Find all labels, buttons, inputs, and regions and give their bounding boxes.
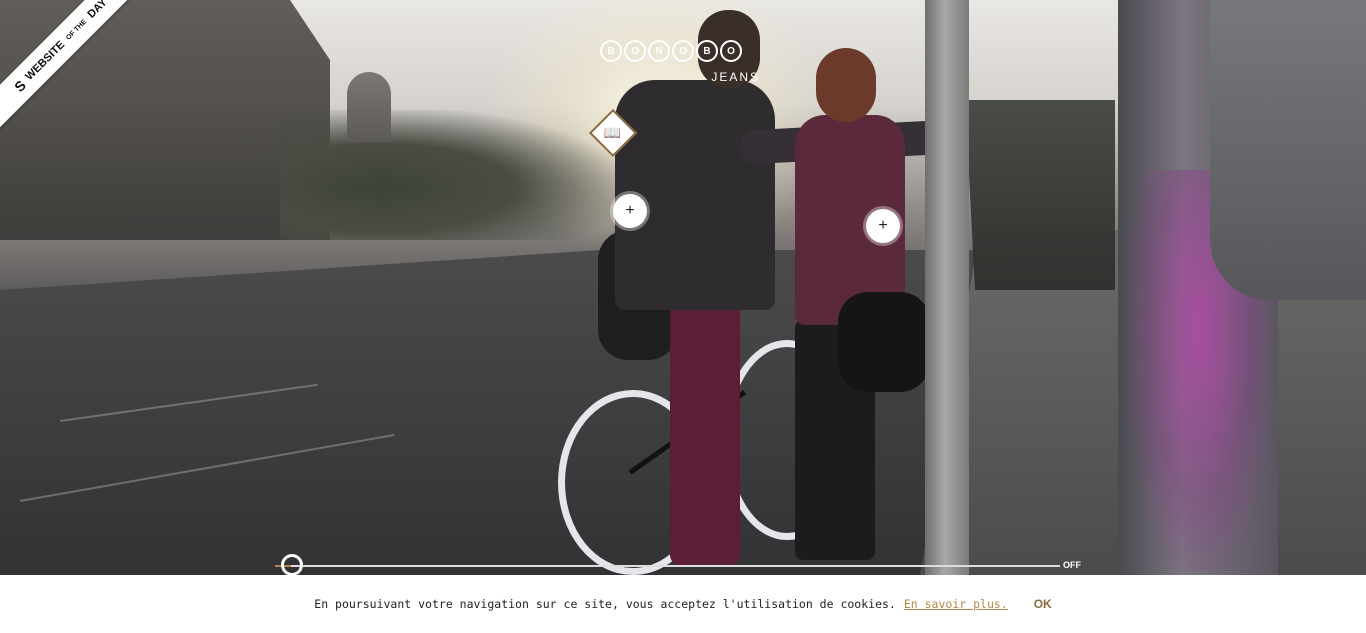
cookie-learn-more-link[interactable]: En savoir plus.: [904, 597, 1008, 611]
logo-letter: O: [720, 40, 742, 62]
logo-letter: B: [600, 40, 622, 62]
sound-off-label[interactable]: OFF: [1063, 560, 1081, 570]
bus-shelter: [965, 100, 1115, 290]
cookie-ok-button[interactable]: OK: [1034, 597, 1052, 611]
handbag: [838, 292, 930, 392]
slider-knob[interactable]: [281, 554, 303, 575]
man-legs: [670, 295, 740, 565]
plus-icon: +: [878, 217, 888, 234]
ribbon-day: DAY: [85, 0, 110, 21]
passerby-coat: [1210, 0, 1366, 300]
logo-letter: O: [672, 40, 694, 62]
logo-subtitle: JEANS: [711, 70, 760, 84]
woman-head: [816, 48, 876, 122]
logo-letter: B: [696, 40, 718, 62]
cookie-bar: En poursuivant votre navigation sur ce s…: [0, 575, 1366, 633]
book-icon: 📖: [604, 124, 622, 141]
awwwards-s-icon: S: [11, 77, 29, 95]
man-body: [615, 80, 775, 310]
logo-letter: N: [648, 40, 670, 62]
hero-photo: B O N O B O JEANS 📖 + + S WEBSITE OF THE…: [0, 0, 1366, 575]
dome-building: [347, 72, 391, 142]
sound-slider-track[interactable]: [275, 565, 1060, 567]
logo-letter: O: [624, 40, 646, 62]
trees: [280, 110, 620, 240]
hotspot-man[interactable]: +: [613, 194, 647, 228]
cookie-text: En poursuivant votre navigation sur ce s…: [314, 597, 896, 611]
bonobo-logo[interactable]: B O N O B O JEANS: [600, 40, 770, 100]
hotspot-woman[interactable]: +: [866, 209, 900, 243]
logo-rings: B O N O B O: [600, 40, 770, 62]
street-pole: [925, 0, 969, 575]
plus-icon: +: [625, 202, 635, 219]
ribbon-of: OF THE: [64, 18, 88, 42]
